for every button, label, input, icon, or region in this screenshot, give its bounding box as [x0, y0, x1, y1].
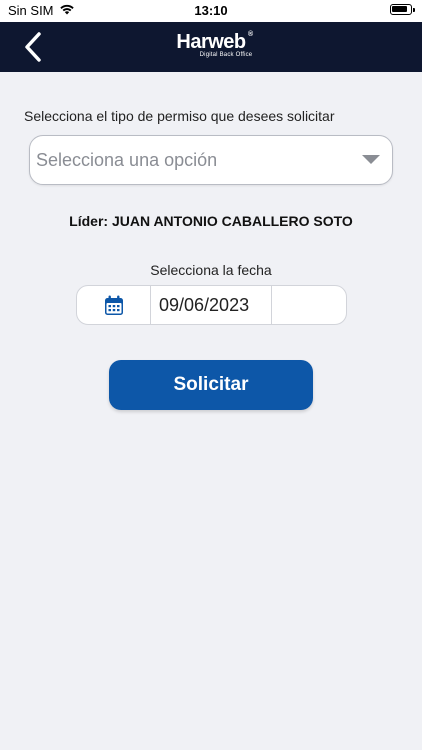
- status-bar: Sin SIM 13:10: [0, 0, 422, 22]
- date-value[interactable]: 09/06/2023: [151, 286, 272, 324]
- permission-type-select[interactable]: Selecciona una opción: [29, 135, 393, 185]
- battery-icon: [390, 4, 415, 15]
- app-logo: Harweb ® Digital Back Office: [0, 31, 422, 58]
- date-field[interactable]: 09/06/2023: [76, 285, 347, 325]
- status-time: 13:10: [194, 3, 228, 18]
- select-placeholder: Selecciona una opción: [36, 150, 218, 170]
- date-label: Selecciona la fecha: [150, 262, 272, 278]
- permission-prompt: Selecciona el tipo de permiso que desees…: [24, 108, 335, 124]
- logo-registered: ®: [247, 31, 253, 38]
- calendar-icon: [104, 295, 123, 315]
- status-right: [390, 4, 415, 15]
- nav-bar: Harweb ® Digital Back Office: [0, 22, 422, 72]
- caret-down-icon: [362, 155, 380, 164]
- leader-label: Líder: JUAN ANTONIO CABALLERO SOTO: [69, 213, 353, 229]
- logo-name: Harweb: [176, 31, 246, 53]
- logo-text: Harweb ®: [176, 31, 253, 54]
- submit-button[interactable]: Solicitar: [109, 360, 313, 410]
- calendar-button[interactable]: [77, 286, 151, 324]
